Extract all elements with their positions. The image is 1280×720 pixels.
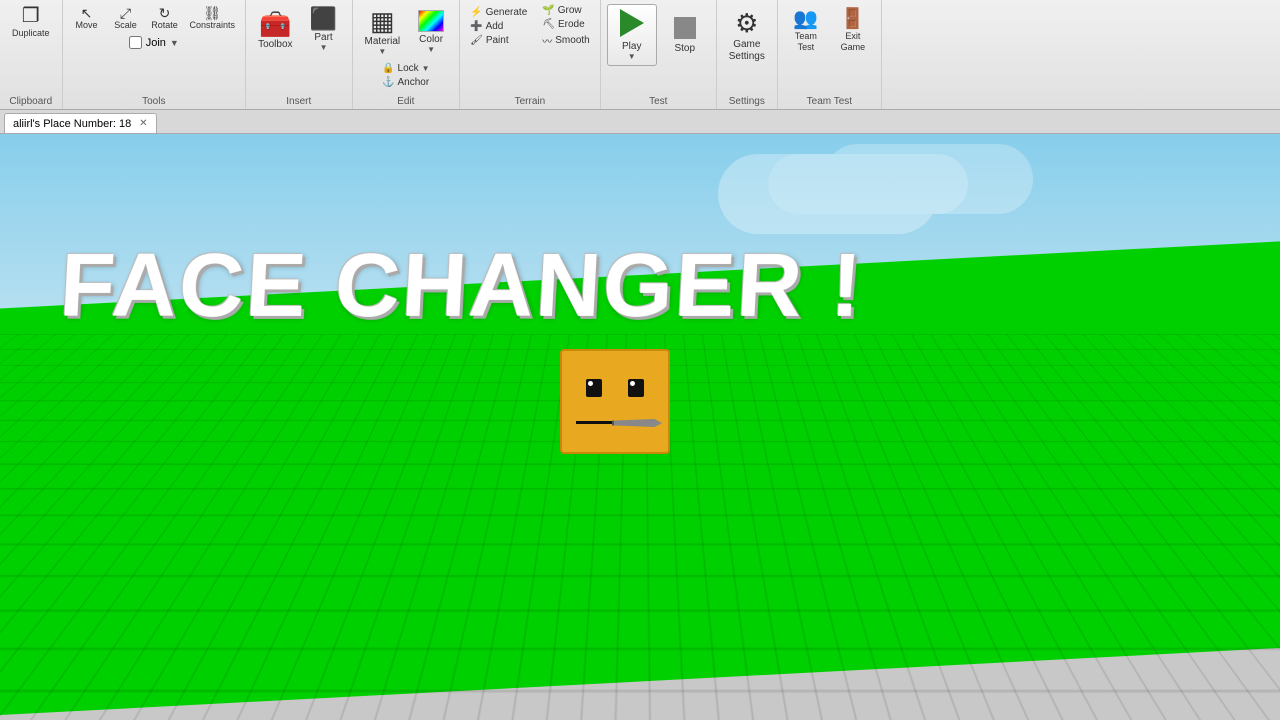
add-terrain-button[interactable]: ➕ Add — [466, 20, 531, 33]
move-button[interactable]: ↖ Move — [69, 4, 105, 32]
toolbar: ❐ Duplicate Clipboard ↖ Move ⤢ Scale ↻ R… — [0, 0, 1280, 110]
anchor-button[interactable]: ⚓ Anchor — [378, 76, 434, 89]
grow-button[interactable]: 🌱 Grow — [538, 4, 593, 17]
team-test-section: 👥 TeamTest 🚪 ExitGame Team Test — [778, 0, 882, 109]
terrain-section: ⚡ Generate ➕ Add 🖌 Paint 🌱 Grow — [460, 0, 601, 109]
tabbar: aliirl's Place Number: 18 ✕ — [0, 110, 1280, 134]
gear-icon: ⚙ — [735, 8, 758, 39]
edit-section: ▦ Material ▼ Color ▼ 🔒 Lock ▼ ⚓ Anchor E… — [353, 0, 461, 109]
erode-button[interactable]: ⛏ Erode — [538, 18, 593, 31]
team-icon: 👥 — [793, 6, 818, 31]
color-icon — [418, 10, 444, 32]
constraints-icon: ⛓ — [203, 6, 221, 20]
rotate-button[interactable]: ↻ Rotate — [147, 4, 183, 32]
test-section: Play ▼ Stop Test — [601, 0, 717, 109]
stop-button[interactable]: Stop — [660, 13, 710, 58]
character-head — [560, 349, 670, 454]
lock-icon: 🔒 — [382, 63, 394, 74]
play-icon — [620, 9, 644, 37]
erode-icon: ⛏ — [542, 19, 555, 30]
clipboard-section: ❐ Duplicate Clipboard — [0, 0, 63, 109]
play-button[interactable]: Play ▼ — [607, 4, 657, 66]
move-icon: ↖ — [81, 6, 93, 20]
viewport: FACE CHANGER ! — [0, 134, 1280, 720]
constraints-button[interactable]: ⛓ Constraints — [186, 4, 240, 32]
smooth-icon: 〰 — [542, 33, 552, 48]
stop-icon — [674, 17, 696, 39]
face-changer-title: FACE CHANGER ! — [58, 244, 866, 330]
settings-section: ⚙ GameSettings Settings — [717, 0, 778, 109]
duplicate-icon: ❐ — [22, 6, 40, 26]
anchor-icon: ⚓ — [382, 77, 394, 88]
paint-terrain-button[interactable]: 🖌 Paint — [466, 34, 531, 47]
material-button[interactable]: ▦ Material ▼ — [359, 4, 407, 60]
insert-section: 🧰 Toolbox ⬛ Part ▼ Insert — [246, 0, 352, 109]
tab-label: aliirl's Place Number: 18 — [13, 118, 131, 130]
grow-icon: 🌱 — [542, 5, 554, 16]
roblox-character — [560, 349, 670, 454]
generate-button[interactable]: ⚡ Generate — [466, 6, 531, 19]
material-icon: ▦ — [370, 8, 395, 34]
tab-close-button[interactable]: ✕ — [139, 118, 147, 129]
lock-button[interactable]: 🔒 Lock ▼ — [378, 62, 434, 75]
color-button[interactable]: Color ▼ — [409, 6, 453, 58]
tools-section: ↖ Move ⤢ Scale ↻ Rotate ⛓ Constraints Jo… — [63, 0, 247, 109]
paint-icon: 🖌 — [470, 35, 483, 46]
duplicate-button[interactable]: ❐ Duplicate — [8, 4, 54, 40]
scale-icon: ⤢ — [120, 6, 131, 20]
exit-game-button[interactable]: 🚪 ExitGame — [831, 4, 875, 55]
join-checkbox[interactable] — [129, 36, 142, 49]
toolbox-icon: 🧰 — [259, 11, 291, 37]
scale-button[interactable]: ⤢ Scale — [108, 4, 144, 32]
char-eye-right — [628, 379, 644, 397]
part-icon: ⬛ — [310, 8, 337, 30]
smooth-button[interactable]: 〰 Smooth — [538, 32, 593, 49]
game-settings-button[interactable]: ⚙ GameSettings — [723, 4, 771, 67]
part-button[interactable]: ⬛ Part ▼ — [302, 4, 346, 56]
tab-place[interactable]: aliirl's Place Number: 18 ✕ — [4, 113, 157, 133]
team-test-button[interactable]: 👥 TeamTest — [784, 4, 828, 55]
rotate-icon: ↻ — [159, 6, 171, 20]
add-icon: ➕ — [470, 21, 482, 32]
generate-icon: ⚡ — [470, 7, 482, 18]
exit-icon: 🚪 — [840, 6, 865, 31]
char-mouth — [576, 413, 654, 433]
char-eye-left — [586, 379, 602, 397]
toolbox-button[interactable]: 🧰 Toolbox — [252, 7, 298, 54]
